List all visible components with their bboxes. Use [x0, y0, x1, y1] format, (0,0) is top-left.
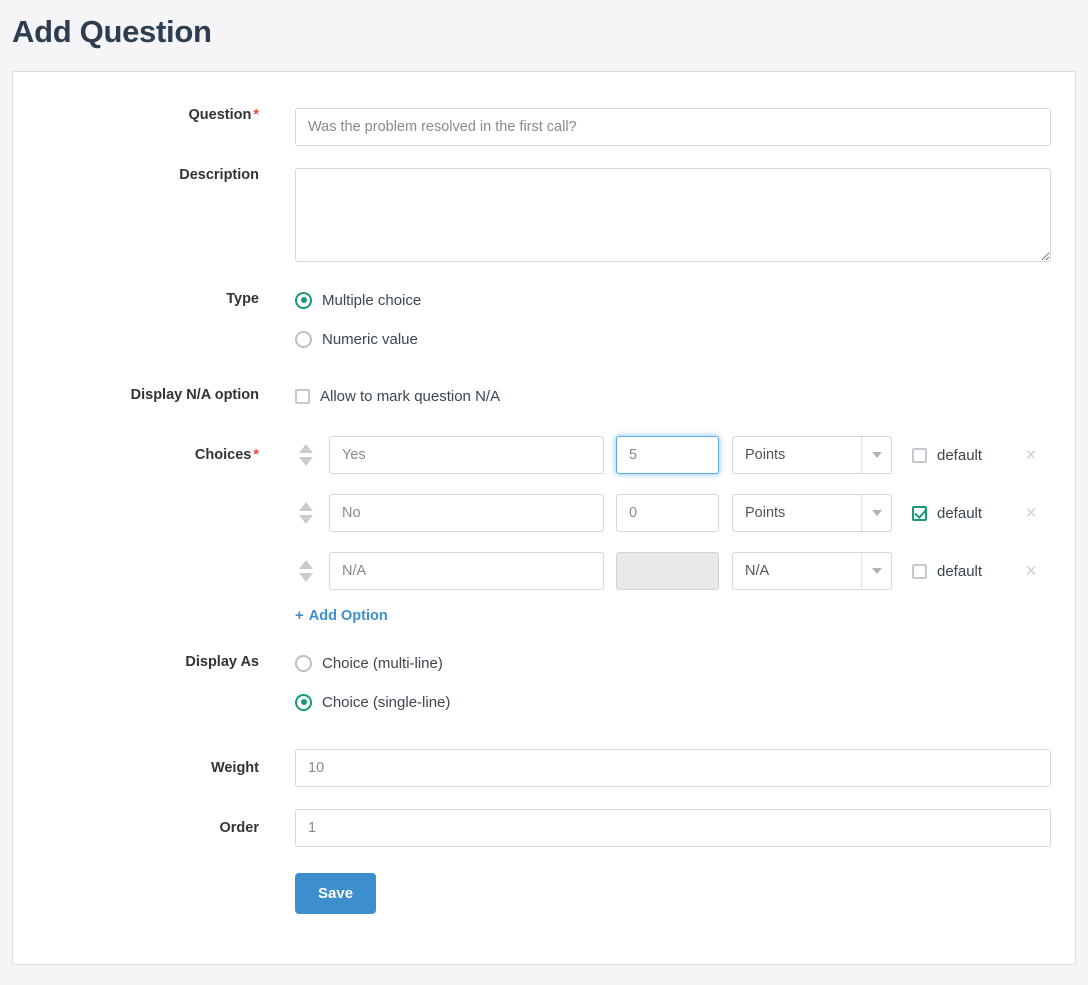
form-card: Question* Description Type M — [12, 71, 1076, 965]
choice-points-input-0[interactable] — [616, 436, 719, 474]
choice-default-checkbox-row-0[interactable]: default — [912, 447, 1008, 464]
chevron-down-icon[interactable] — [861, 495, 891, 531]
type-option-label-1: Numeric value — [322, 330, 418, 348]
sort-handle-icon[interactable] — [295, 500, 317, 526]
checkbox-icon-default-2[interactable] — [912, 563, 927, 579]
choice-row: N/A default × — [295, 552, 1075, 590]
remove-choice-icon-2[interactable]: × — [1020, 562, 1042, 581]
choice-default-checkbox-row-1[interactable]: default — [912, 505, 1008, 522]
chevron-down-icon[interactable] — [861, 437, 891, 473]
display-as-option-label-0: Choice (multi-line) — [322, 654, 443, 672]
choice-scale-value-2: N/A — [745, 563, 770, 579]
actions-field: Save — [259, 873, 1075, 914]
actions-row: Save — [13, 873, 1075, 914]
choice-text-input-1[interactable] — [329, 494, 604, 532]
display-as-option-label-1: Choice (single-line) — [322, 693, 451, 711]
choice-scale-select-2[interactable]: N/A — [732, 552, 892, 590]
display-as-label: Display As — [185, 654, 259, 670]
type-row: Type Multiple choice Numeric value — [13, 284, 1075, 362]
checkbox-icon-default-0[interactable] — [912, 447, 927, 463]
choices-field: Points default × — [259, 436, 1075, 625]
choices-label-text: Choices — [194, 447, 252, 463]
order-label: Order — [219, 820, 260, 836]
type-field: Multiple choice Numeric value — [259, 284, 1075, 362]
remove-choice-icon-1[interactable]: × — [1020, 504, 1042, 523]
add-question-form: Question* Description Type M — [13, 108, 1075, 914]
display-na-field: Allow to mark question N/A — [259, 380, 1075, 412]
choice-scale-select-0[interactable]: Points — [732, 436, 892, 474]
radio-icon-multiple-choice[interactable] — [295, 291, 312, 309]
radio-icon-multi-line[interactable] — [295, 654, 312, 672]
checkbox-icon-allow-na[interactable] — [295, 388, 310, 404]
choice-points-input-1[interactable] — [616, 494, 719, 532]
add-option-label: Add Option — [308, 608, 388, 624]
page-title: Add Question — [12, 14, 212, 49]
plus-icon: + — [295, 607, 304, 624]
display-as-row: Display As Choice (multi-line) Choice (s… — [13, 647, 1075, 725]
add-option-wrap: + Add Option — [295, 607, 1075, 625]
question-label: Question * — [13, 107, 260, 123]
choice-scale-value-1: Points — [745, 505, 786, 521]
question-row: Question * — [13, 108, 1075, 146]
choice-default-label-2: default — [937, 562, 983, 580]
description-row: Description — [13, 168, 1075, 262]
choice-text-input-2[interactable] — [329, 552, 604, 590]
sort-handle-icon[interactable] — [295, 558, 317, 584]
choices-label: Choices * — [13, 436, 259, 463]
type-option-label-0: Multiple choice — [322, 291, 422, 309]
order-row: Order — [13, 809, 1075, 847]
choice-scale-value-0: Points — [745, 447, 786, 463]
radio-icon-single-line[interactable] — [295, 693, 312, 711]
type-option-multiple-choice[interactable]: Multiple choice — [295, 284, 1075, 316]
question-label-text: Question — [188, 107, 252, 123]
choice-text-input-0[interactable] — [329, 436, 604, 474]
display-as-option-multi-line[interactable]: Choice (multi-line) — [295, 647, 1075, 679]
choice-row: Points default × — [295, 436, 1075, 474]
order-input[interactable] — [295, 809, 1051, 847]
type-option-numeric-value[interactable]: Numeric value — [295, 323, 1075, 355]
add-option-button[interactable]: + Add Option — [295, 607, 388, 624]
remove-choice-icon-0[interactable]: × — [1020, 446, 1042, 465]
display-na-row: Display N/A option Allow to mark questio… — [13, 380, 1075, 412]
choice-default-checkbox-row-2[interactable]: default — [912, 563, 1008, 580]
checkbox-icon-default-1[interactable] — [912, 505, 927, 521]
chevron-down-icon[interactable] — [861, 553, 891, 589]
choices-row: Choices* Points default — [13, 436, 1075, 625]
display-as-field: Choice (multi-line) Choice (single-line) — [259, 647, 1075, 725]
choice-scale-select-1[interactable]: Points — [732, 494, 892, 532]
display-na-checkbox-label: Allow to mark question N/A — [320, 387, 501, 405]
sort-handle-icon[interactable] — [295, 442, 317, 468]
choice-row: Points default × — [295, 494, 1075, 532]
display-na-checkbox-row[interactable]: Allow to mark question N/A — [295, 380, 1075, 412]
display-na-label: Display N/A option — [130, 387, 259, 403]
order-field — [259, 809, 1075, 847]
weight-label: Weight — [210, 760, 259, 776]
radio-icon-numeric-value[interactable] — [295, 330, 312, 348]
weight-row: Weight — [13, 749, 1075, 787]
choice-default-label-0: default — [937, 446, 983, 464]
weight-input[interactable] — [295, 749, 1051, 787]
description-field — [259, 168, 1075, 262]
choice-default-label-1: default — [937, 504, 983, 522]
question-field — [259, 108, 1075, 146]
choice-points-input-2 — [616, 552, 719, 590]
save-button[interactable]: Save — [295, 873, 377, 914]
question-input[interactable] — [295, 108, 1051, 146]
type-label: Type — [226, 291, 259, 307]
description-label: Description — [179, 167, 259, 183]
description-textarea[interactable] — [295, 168, 1051, 262]
display-as-option-single-line[interactable]: Choice (single-line) — [295, 686, 1075, 718]
add-question-page: Add Question Question* Description — [0, 0, 1088, 985]
weight-field — [259, 749, 1075, 787]
